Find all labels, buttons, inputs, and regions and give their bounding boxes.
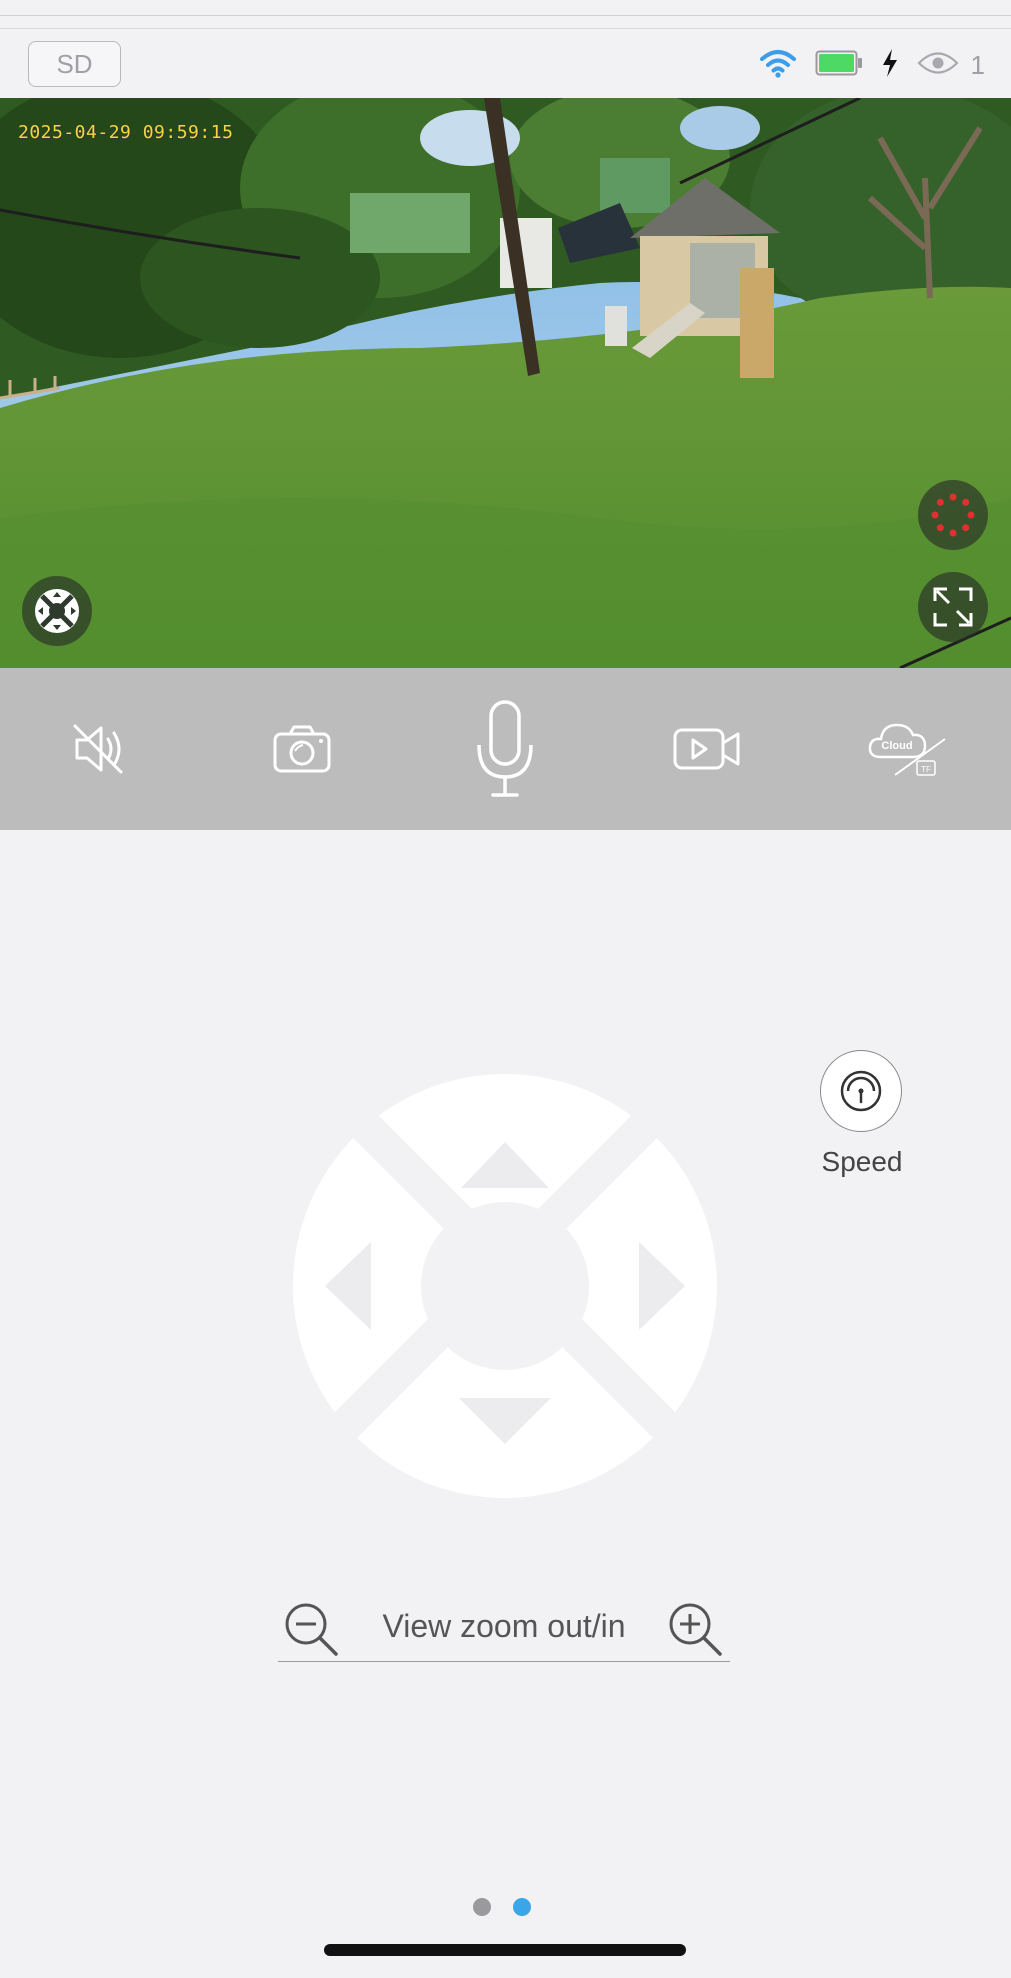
- talk-microphone-button[interactable]: [450, 668, 560, 830]
- zoom-control: View zoom out/in: [278, 1596, 730, 1662]
- red-dot-ring-icon: [931, 493, 975, 537]
- snapshot-button[interactable]: [247, 668, 357, 830]
- eye-icon: [916, 50, 959, 81]
- ptz-direction-icon: [35, 589, 79, 633]
- battery-icon: [815, 49, 863, 82]
- microphone-icon: [477, 700, 533, 797]
- fullscreen-icon: [933, 587, 973, 627]
- svg-text:Cloud: Cloud: [881, 740, 912, 752]
- live-video-feed[interactable]: 2025-04-29 09:59:15: [0, 98, 1011, 668]
- cloud-tf-icon: Cloud TF: [868, 723, 946, 776]
- cloud-tf-button[interactable]: Cloud TF: [852, 668, 962, 830]
- charging-bolt-icon: [881, 48, 899, 83]
- status-icons: 1: [759, 45, 985, 85]
- mute-icon: [73, 724, 123, 774]
- home-indicator[interactable]: [324, 1944, 686, 1956]
- wifi-icon: [759, 48, 797, 83]
- speed-button[interactable]: [820, 1050, 902, 1132]
- svg-text:TF: TF: [921, 765, 931, 774]
- record-video-icon: [673, 728, 740, 770]
- speed-control[interactable]: Speed: [820, 1050, 904, 1178]
- page-indicator: [473, 1898, 531, 1916]
- video-timestamp: 2025-04-29 09:59:15: [18, 122, 234, 143]
- camera-status-bar: SD 1: [0, 28, 1011, 98]
- speedometer-icon: [840, 1070, 882, 1112]
- ptz-dpad: [293, 1074, 717, 1498]
- top-edge: [0, 0, 1011, 16]
- speed-label: Speed: [821, 1146, 903, 1177]
- snapshot-camera-icon: [273, 725, 331, 773]
- zoom-in-button[interactable]: [666, 1600, 726, 1660]
- sd-quality-button[interactable]: SD: [28, 41, 121, 87]
- viewer-count: 1: [970, 49, 985, 80]
- fullscreen-button[interactable]: [918, 572, 988, 642]
- recording-status-button[interactable]: [918, 480, 988, 550]
- mute-button[interactable]: [46, 668, 156, 830]
- ptz-direction-button[interactable]: [22, 576, 92, 646]
- ptz-down-button[interactable]: [415, 1348, 595, 1468]
- camera-scene: [0, 98, 1011, 668]
- zoom-in-icon: [669, 1603, 722, 1656]
- zoom-label: View zoom out/in: [382, 1608, 626, 1644]
- arrow-down-icon: [459, 1398, 551, 1444]
- record-video-button[interactable]: [652, 668, 762, 830]
- page-dot-2-active[interactable]: [513, 1898, 531, 1916]
- page-dot-1[interactable]: [473, 1898, 491, 1916]
- control-bar: Cloud TF: [0, 668, 1011, 830]
